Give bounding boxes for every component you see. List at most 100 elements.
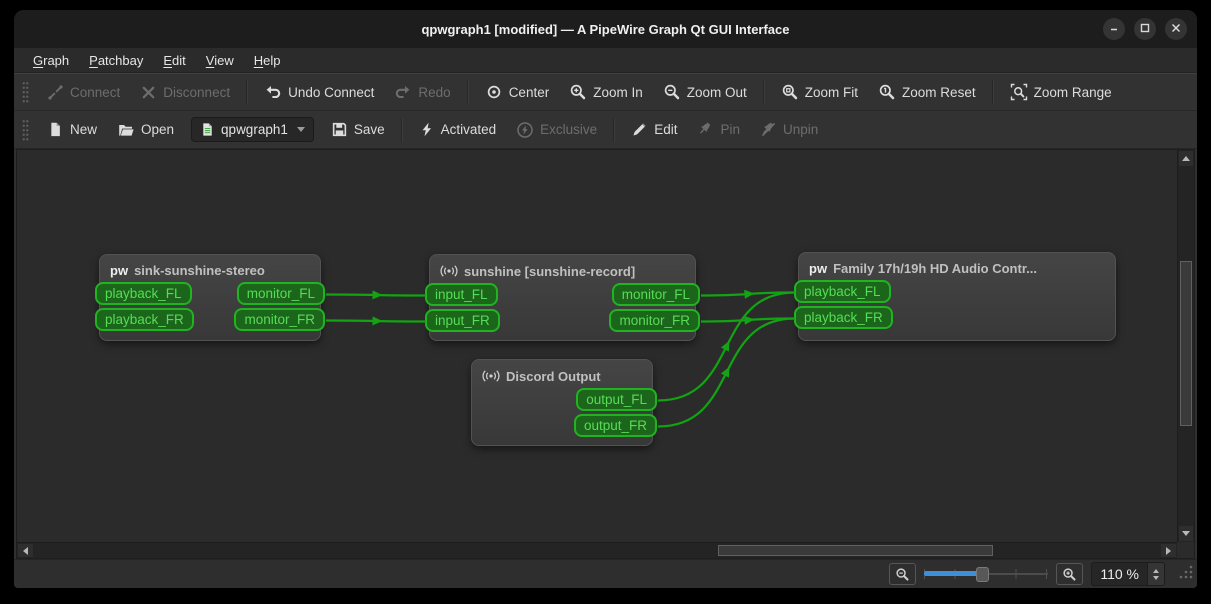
node-sunshine[interactable]: sunshine [sunshine-record] input_FL moni… — [429, 254, 696, 341]
close-icon — [1171, 20, 1181, 38]
zoom-value[interactable]: 110 % — [1092, 563, 1147, 585]
input-port[interactable]: playback_FR — [794, 306, 893, 329]
scroll-up-button[interactable] — [1179, 151, 1193, 166]
output-port[interactable]: monitor_FL — [237, 282, 325, 305]
zoom-out-button[interactable]: Zoom Out — [654, 78, 756, 106]
input-port[interactable]: input_FL — [425, 283, 498, 306]
node-title-text: Discord Output — [506, 369, 601, 384]
activated-button[interactable]: Activated — [410, 116, 506, 143]
node-title-text: Family 17h/19h HD Audio Contr... — [833, 261, 1037, 276]
node-discord-output[interactable]: Discord Output output_FL output_FR — [471, 359, 653, 446]
statusbar-zoom-out-button[interactable] — [889, 563, 916, 585]
activated-label: Activated — [441, 122, 497, 137]
node-family-hd-audio[interactable]: pw Family 17h/19h HD Audio Contr... play… — [798, 252, 1116, 341]
vertical-scrollbar[interactable] — [1177, 150, 1194, 542]
node-title: pw sink-sunshine-stereo — [100, 255, 320, 282]
new-label: New — [70, 122, 97, 137]
horizontal-scrollbar-thumb[interactable] — [718, 545, 993, 556]
app-window: qpwgraph1 [modified] — A PipeWire Graph … — [14, 10, 1197, 588]
disconnect-button: Disconnect — [131, 79, 239, 106]
undo-connect-button[interactable]: Undo Connect — [255, 78, 383, 106]
new-button[interactable]: New — [38, 116, 106, 143]
input-port[interactable]: playback_FL — [95, 282, 192, 305]
toolbar-separator — [613, 118, 615, 142]
toolbar-separator — [992, 80, 994, 104]
center-icon — [485, 83, 503, 101]
output-port[interactable]: monitor_FR — [609, 309, 700, 332]
toolbar-drag-handle[interactable] — [22, 119, 29, 141]
menu-graph-label: raph — [43, 53, 69, 68]
zoom-in-icon — [1062, 567, 1077, 582]
vertical-scrollbar-thumb[interactable] — [1180, 261, 1192, 426]
zoom-range-button[interactable]: Zoom Range — [1001, 78, 1121, 106]
patchbay-select[interactable]: qpwgraph1 — [191, 117, 314, 142]
toolbar-separator — [763, 80, 765, 104]
exclusive-label: Exclusive — [540, 122, 597, 137]
titlebar: qpwgraph1 [modified] — A PipeWire Graph … — [14, 10, 1197, 48]
minimize-icon — [1109, 20, 1119, 38]
redo-icon — [394, 83, 412, 101]
zoom-range-label: Zoom Range — [1034, 85, 1112, 100]
wire-arrow-icon — [744, 289, 755, 299]
scroll-down-button[interactable] — [1179, 526, 1193, 541]
undo-connect-label: Undo Connect — [288, 85, 374, 100]
redo-button: Redo — [385, 78, 459, 106]
connection-wire[interactable] — [326, 295, 426, 296]
menu-patchbay[interactable]: Patchbay — [80, 51, 152, 70]
toolbar-separator — [246, 80, 248, 104]
pipewire-icon: pw — [110, 263, 128, 278]
zoom-spinbox[interactable]: 110 % — [1091, 562, 1165, 586]
save-button[interactable]: Save — [322, 116, 394, 143]
connection-wire[interactable] — [701, 319, 795, 322]
zoom-slider[interactable] — [924, 565, 1048, 583]
horizontal-scrollbar[interactable] — [17, 542, 1177, 558]
patchbay-select-value: qpwgraph1 — [221, 122, 288, 137]
output-port[interactable]: monitor_FL — [612, 283, 700, 306]
input-port[interactable]: playback_FL — [794, 280, 891, 303]
output-port[interactable]: output_FL — [576, 388, 657, 411]
zoom-reset-button[interactable]: Zoom Reset — [869, 78, 985, 106]
output-port[interactable]: monitor_FR — [234, 308, 325, 331]
node-title: pw Family 17h/19h HD Audio Contr... — [799, 253, 1115, 280]
connect-icon — [47, 84, 64, 101]
edit-label: Edit — [654, 122, 677, 137]
menu-edit[interactable]: Edit — [154, 51, 194, 70]
connection-wire[interactable] — [326, 321, 426, 322]
menu-help-label: elp — [263, 53, 280, 68]
input-port[interactable]: input_FR — [425, 309, 500, 332]
save-label: Save — [354, 122, 385, 137]
center-button[interactable]: Center — [476, 78, 559, 106]
menu-view[interactable]: View — [197, 51, 243, 70]
output-port[interactable]: output_FR — [574, 414, 657, 437]
undo-icon — [264, 83, 282, 101]
zoom-fit-label: Zoom Fit — [805, 85, 858, 100]
connection-wire[interactable] — [701, 293, 795, 296]
scroll-right-button[interactable] — [1161, 544, 1176, 557]
maximize-button[interactable] — [1134, 18, 1156, 40]
menu-graph[interactable]: Graph — [24, 51, 78, 70]
minimize-button[interactable] — [1103, 18, 1125, 40]
statusbar-zoom-in-button[interactable] — [1056, 563, 1083, 585]
menu-graph-mnemonic: G — [33, 53, 43, 68]
zoom-slider-handle[interactable] — [976, 567, 989, 582]
close-button[interactable] — [1165, 18, 1187, 40]
scroll-left-button[interactable] — [18, 544, 33, 557]
input-port[interactable]: playback_FR — [95, 308, 194, 331]
new-file-icon — [47, 121, 64, 138]
edit-button[interactable]: Edit — [622, 116, 686, 143]
window-title: qpwgraph1 [modified] — A PipeWire Graph … — [421, 22, 789, 37]
menu-help[interactable]: Help — [245, 51, 290, 70]
chevron-down-icon — [297, 127, 305, 132]
exclusive-button: Exclusive — [507, 116, 606, 144]
statusbar: 110 % — [14, 559, 1197, 588]
zoom-out-icon — [663, 83, 681, 101]
toolbar-separator — [401, 118, 403, 142]
broadcast-icon — [440, 263, 458, 279]
zoom-fit-button[interactable]: Zoom Fit — [772, 78, 867, 106]
node-sink-sunshine-stereo[interactable]: pw sink-sunshine-stereo playback_FL moni… — [99, 254, 321, 341]
toolbar-drag-handle[interactable] — [22, 81, 29, 103]
zoom-spinbox-steppers[interactable] — [1147, 563, 1164, 585]
open-button[interactable]: Open — [108, 116, 183, 144]
resize-grip[interactable] — [1178, 564, 1194, 585]
zoom-in-button[interactable]: Zoom In — [560, 78, 652, 106]
